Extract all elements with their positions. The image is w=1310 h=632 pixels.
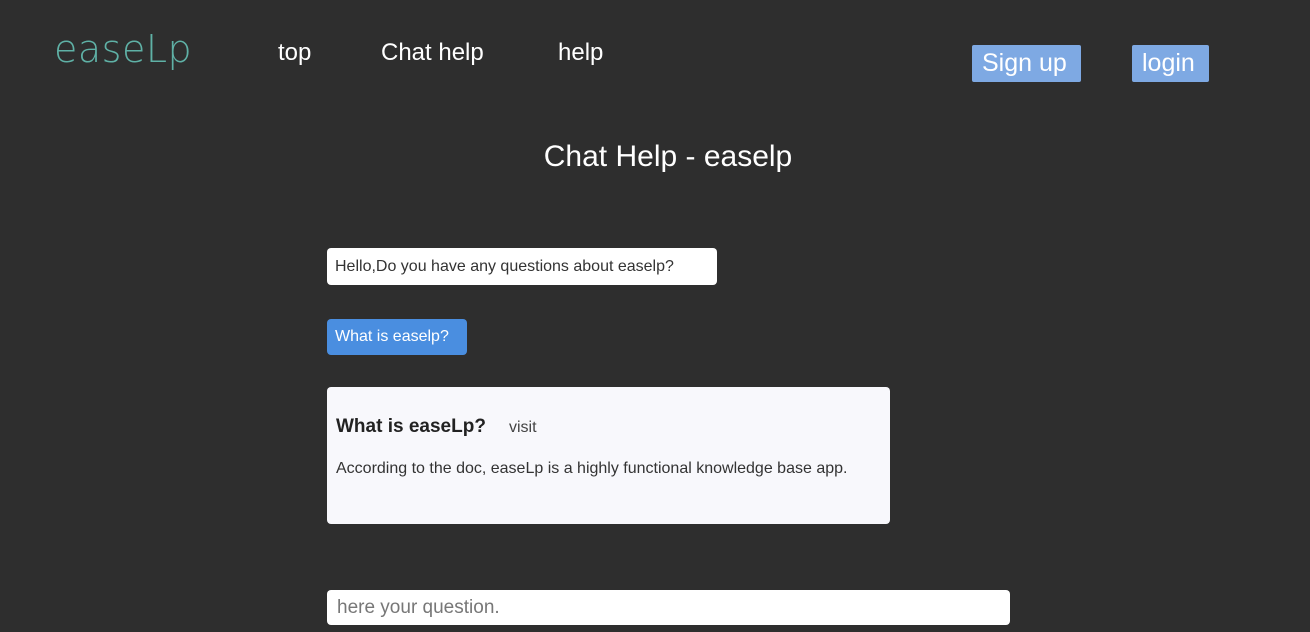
page-title: Chat Help - easelp: [543, 140, 793, 173]
answer-visit-link[interactable]: visit: [509, 418, 537, 438]
logo[interactable]: easeLp: [54, 26, 192, 72]
user-question-bubble[interactable]: What is easelp?: [327, 319, 467, 355]
nav-link-chat-help[interactable]: Chat help: [381, 37, 484, 69]
chat-help-page: easeLp top Chat help help Sign up login …: [0, 0, 1310, 632]
bot-greeting-bubble: Hello,Do you have any questions about ea…: [327, 248, 717, 285]
signup-button[interactable]: Sign up: [972, 45, 1081, 82]
answer-heading: What is easeLp?: [336, 416, 486, 437]
question-input[interactable]: [327, 590, 1010, 625]
answer-body: According to the doc, easeLp is a highly…: [336, 460, 848, 477]
answer-card: What is easeLp? visit According to the d…: [327, 387, 890, 524]
login-button[interactable]: login: [1132, 45, 1209, 82]
nav-link-help[interactable]: help: [558, 37, 603, 69]
nav-link-top[interactable]: top: [278, 37, 311, 69]
